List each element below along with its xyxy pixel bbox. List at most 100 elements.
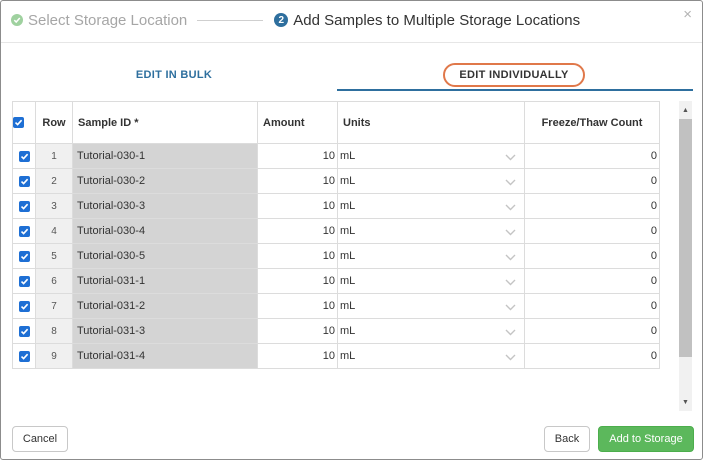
amount-input[interactable]: 10 <box>257 318 338 344</box>
freeze-thaw-input[interactable]: 0 <box>524 218 660 244</box>
sample-id-cell: Tutorial-031-3 <box>72 318 258 344</box>
row-select-cell <box>12 268 36 294</box>
wizard-step-add-samples: 2 Add Samples to Multiple Storage Locati… <box>274 12 580 29</box>
freeze-thaw-input[interactable]: 0 <box>524 293 660 319</box>
amount-input[interactable]: 10 <box>257 293 338 319</box>
freeze-thaw-input[interactable]: 0 <box>524 193 660 219</box>
units-value: mL <box>340 225 356 237</box>
amount-input[interactable]: 10 <box>257 143 338 169</box>
column-header-units: Units <box>337 101 525 144</box>
chevron-down-icon[interactable] <box>505 252 516 264</box>
add-to-storage-button[interactable]: Add to Storage <box>598 426 694 452</box>
scrollbar-thumb[interactable] <box>679 119 692 357</box>
amount-input[interactable]: 10 <box>257 268 338 294</box>
table-row: 8 Tutorial-031-3 10 mL 0 <box>12 318 660 344</box>
row-checkbox[interactable] <box>18 350 30 362</box>
row-checkbox[interactable] <box>18 175 30 187</box>
column-header-row: Row <box>35 101 73 144</box>
amount-input[interactable]: 10 <box>257 343 338 369</box>
units-select[interactable]: mL <box>337 193 525 219</box>
row-checkbox[interactable] <box>18 150 30 162</box>
row-checkbox[interactable] <box>18 225 30 237</box>
table-row: 1 Tutorial-030-1 10 mL 0 <box>12 143 660 169</box>
units-select[interactable]: mL <box>337 268 525 294</box>
amount-input[interactable]: 10 <box>257 168 338 194</box>
units-value: mL <box>340 325 356 337</box>
row-number-cell: 2 <box>35 168 73 194</box>
amount-input[interactable]: 10 <box>257 243 338 269</box>
row-select-cell <box>12 318 36 344</box>
units-select[interactable]: mL <box>337 293 525 319</box>
freeze-thaw-input[interactable]: 0 <box>524 143 660 169</box>
column-header-freeze-thaw: Freeze/Thaw Count <box>524 101 660 144</box>
sample-id-cell: Tutorial-030-1 <box>72 143 258 169</box>
units-value: mL <box>340 175 356 187</box>
chevron-down-icon[interactable] <box>505 227 516 239</box>
units-select[interactable]: mL <box>337 343 525 369</box>
row-select-cell <box>12 343 36 369</box>
back-button[interactable]: Back <box>544 426 590 452</box>
units-select[interactable]: mL <box>337 218 525 244</box>
chevron-down-icon[interactable] <box>505 177 516 189</box>
scroll-down-arrow-icon[interactable]: ▼ <box>679 395 692 409</box>
scroll-up-arrow-icon[interactable]: ▲ <box>679 103 692 117</box>
units-value: mL <box>340 250 356 262</box>
chevron-down-icon[interactable] <box>505 327 516 339</box>
row-select-cell <box>12 243 36 269</box>
units-select[interactable]: mL <box>337 143 525 169</box>
row-select-cell <box>12 168 36 194</box>
header-divider <box>1 42 702 43</box>
samples-grid-container: Row Sample ID * Amount Units Freeze/Thaw… <box>12 101 692 411</box>
table-row: 9 Tutorial-031-4 10 mL 0 <box>12 343 660 369</box>
table-row: 4 Tutorial-030-4 10 mL 0 <box>12 218 660 244</box>
amount-input[interactable]: 10 <box>257 218 338 244</box>
tab-edit-individually[interactable]: EDIT INDIVIDUALLY <box>443 63 585 87</box>
samples-grid: Row Sample ID * Amount Units Freeze/Thaw… <box>12 101 660 369</box>
storage-dialog: Select Storage Location 2 Add Samples to… <box>0 0 703 460</box>
units-select[interactable]: mL <box>337 243 525 269</box>
row-checkbox[interactable] <box>18 300 30 312</box>
freeze-thaw-input[interactable]: 0 <box>524 243 660 269</box>
wizard-step-select-location: Select Storage Location <box>11 12 187 29</box>
units-select[interactable]: mL <box>337 318 525 344</box>
units-value: mL <box>340 300 356 312</box>
row-number-cell: 9 <box>35 343 73 369</box>
select-all-checkbox[interactable] <box>13 117 24 129</box>
row-number-cell: 6 <box>35 268 73 294</box>
freeze-thaw-input[interactable]: 0 <box>524 268 660 294</box>
row-checkbox[interactable] <box>18 325 30 337</box>
units-value: mL <box>340 150 356 162</box>
step-number-badge: 2 <box>274 13 289 27</box>
vertical-scrollbar[interactable]: ▲ ▼ <box>679 101 692 411</box>
row-checkbox[interactable] <box>18 200 30 212</box>
column-header-amount: Amount <box>257 101 338 144</box>
amount-input[interactable]: 10 <box>257 193 338 219</box>
close-icon[interactable]: × <box>683 6 692 23</box>
row-number-cell: 3 <box>35 193 73 219</box>
table-row: 3 Tutorial-030-3 10 mL 0 <box>12 193 660 219</box>
units-value: mL <box>340 200 356 212</box>
row-checkbox[interactable] <box>18 275 30 287</box>
cancel-button[interactable]: Cancel <box>12 426 68 452</box>
chevron-down-icon[interactable] <box>505 302 516 314</box>
sample-id-cell: Tutorial-031-2 <box>72 293 258 319</box>
column-header-sample-id: Sample ID * <box>72 101 258 144</box>
row-select-cell <box>12 293 36 319</box>
grid-body: 1 Tutorial-030-1 10 mL 0 2 Tutorial-030-2 10 mL 0… <box>12 143 660 369</box>
chevron-down-icon[interactable] <box>505 202 516 214</box>
row-select-cell <box>12 193 36 219</box>
freeze-thaw-input[interactable]: 0 <box>524 318 660 344</box>
table-row: 6 Tutorial-031-1 10 mL 0 <box>12 268 660 294</box>
sample-id-cell: Tutorial-030-4 <box>72 218 258 244</box>
freeze-thaw-input[interactable]: 0 <box>524 343 660 369</box>
freeze-thaw-input[interactable]: 0 <box>524 168 660 194</box>
row-checkbox[interactable] <box>18 250 30 262</box>
units-select[interactable]: mL <box>337 168 525 194</box>
chevron-down-icon[interactable] <box>505 277 516 289</box>
active-tab-indicator <box>337 89 693 91</box>
select-all-cell <box>12 101 36 144</box>
sample-id-cell: Tutorial-031-4 <box>72 343 258 369</box>
tab-edit-in-bulk[interactable]: EDIT IN BULK <box>11 63 337 87</box>
chevron-down-icon[interactable] <box>505 152 516 164</box>
chevron-down-icon[interactable] <box>505 352 516 364</box>
